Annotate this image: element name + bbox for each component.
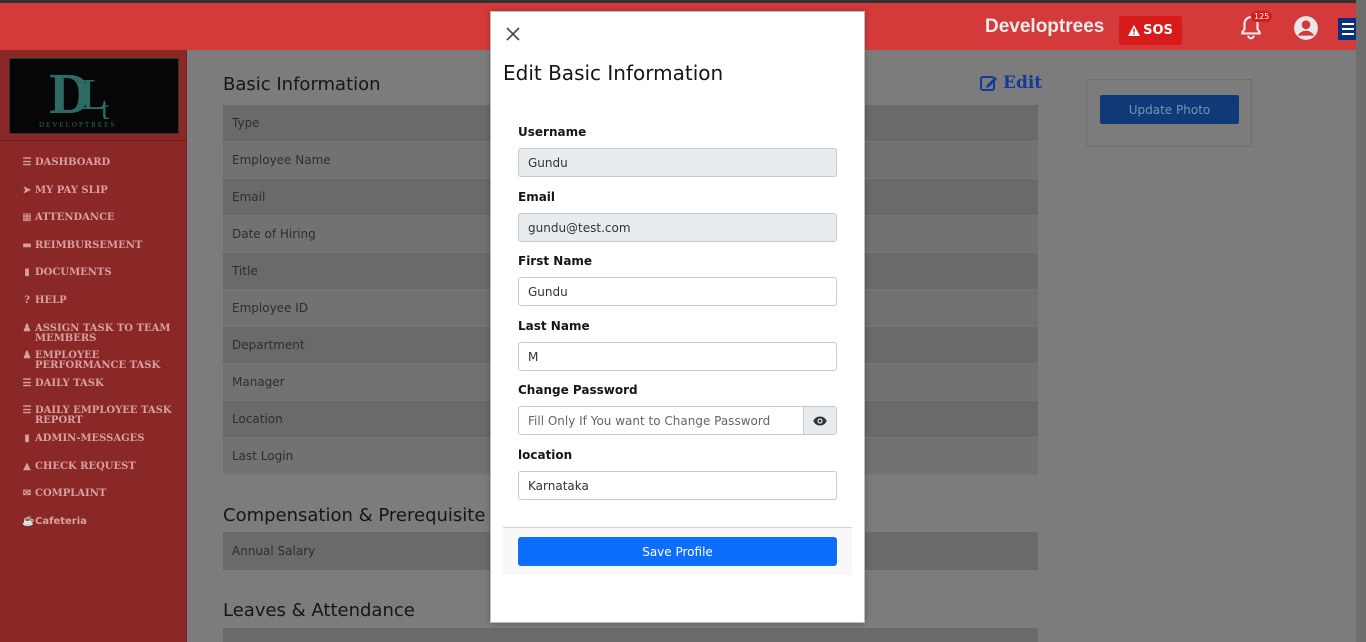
sidebar-item-label: HELP (35, 294, 67, 306)
list-icon: ☰ (22, 405, 32, 417)
edit-basic-info-modal: Edit Basic Information Username Email Fi… (490, 11, 865, 623)
sidebar-item-label: CHECK REQUEST (35, 460, 136, 472)
close-icon[interactable] (505, 26, 521, 42)
sidebar-item-label: EMPLOYEE PERFORMANCE TASK (35, 350, 161, 372)
update-photo-button[interactable]: Update Photo (1100, 95, 1239, 124)
sidebar-nav: ☰ DASHBOARD ➤ MY PAY SLIP ▦ ATTENDANCE ▬ REIMBU… (22, 158, 187, 544)
user-circle-icon[interactable] (1293, 15, 1319, 41)
username-field[interactable] (518, 148, 837, 177)
email-label: Email (518, 190, 556, 204)
sidebar-item-label: ASSIGN TASK TO TEAM MEMBERS (35, 322, 171, 344)
row-label: Email (232, 190, 266, 204)
envelope-icon: ✉ (22, 488, 32, 500)
sos-label: SOS (1143, 23, 1173, 38)
coffee-icon: ☕ (22, 515, 35, 527)
sidebar-item-label: Cafeteria (35, 515, 87, 527)
warning-icon (1128, 25, 1141, 36)
sidebar-item-label: DASHBOARD (35, 157, 111, 168)
row-label: Type (232, 116, 260, 130)
sidebar-item-dashboard[interactable]: ☰ DASHBOARD (22, 158, 187, 186)
password-label: Change Password (518, 383, 638, 397)
show-password-button[interactable] (803, 406, 837, 435)
sidebar-item-label: DOCUMENTS (35, 267, 112, 279)
save-profile-button[interactable]: Save Profile (518, 537, 837, 566)
sidebar-item-daily-task[interactable]: ☰ DAILY TASK (22, 377, 187, 407)
sidebar-item-label: ATTENDANCE (35, 212, 115, 224)
svg-text:DEVELOPTREES: DEVELOPTREES (39, 121, 116, 129)
notification-badge: 125 (1251, 11, 1273, 22)
basic-info-title: Basic Information (223, 74, 381, 95)
location-field[interactable] (518, 471, 837, 500)
sidebar-item-help[interactable]: ? HELP (22, 294, 187, 324)
last-name-field[interactable] (518, 342, 837, 371)
username-label: Username (518, 125, 587, 139)
sidebar-item-complaint[interactable]: ✉ COMPLAINT (22, 489, 187, 517)
paper-plane-icon: ➤ (22, 184, 32, 196)
first-name-label: First Name (518, 254, 593, 268)
row-label: Title (232, 264, 258, 278)
page-scrollbar[interactable] (1356, 0, 1366, 642)
sidebar-item-employee-performance-task[interactable]: ♟ EMPLOYEE PERFORMANCE TASK (22, 351, 187, 379)
eye-icon (813, 416, 827, 425)
last-name-label: Last Name (518, 319, 590, 333)
edit-label: Edit (1003, 73, 1043, 93)
sidebar-item-attendance[interactable]: ▦ ATTENDANCE (22, 213, 187, 241)
user-edit-icon: ♟ (22, 350, 32, 362)
users-icon: ♟ (22, 322, 32, 334)
sidebar-item-label: MY PAY SLIP (35, 184, 108, 196)
first-name-field[interactable] (518, 277, 837, 306)
sidebar-item-documents[interactable]: ▮ DOCUMENTS (22, 268, 187, 296)
row-label: Location (232, 412, 283, 426)
email-field[interactable] (518, 213, 837, 242)
sidebar-item-label: DAILY EMPLOYEE TASK REPORT (35, 405, 172, 427)
file-icon: ▮ (24, 267, 30, 279)
sidebar-item-assign-task-to-team-members[interactable]: ♟ ASSIGN TASK TO TEAM MEMBERS (22, 322, 187, 352)
edit-link[interactable]: Edit (980, 73, 1042, 93)
sidebar-item-reimbursement[interactable]: ▬ REIMBURSEMENT (22, 239, 187, 269)
hamburger-menu-button[interactable] (1338, 18, 1358, 40)
sidebar-item-label: REIMBURSEMENT (35, 239, 143, 251)
bars-icon: ☰ (22, 157, 32, 168)
sidebar-item-label: ADMIN-MESSAGES (35, 432, 145, 444)
leaves-title: Leaves & Attendance (223, 600, 415, 621)
row-label: Department (232, 338, 305, 352)
compensation-title: Compensation & Prerequisite (223, 505, 486, 526)
sidebar-item-check-request[interactable]: ▲ CHECK REQUEST (22, 460, 187, 490)
list-icon: ☰ (22, 377, 32, 389)
password-field[interactable] (518, 406, 804, 435)
photo-card: Update Photo (1086, 79, 1252, 147)
sidebar-item-my-pay-slip[interactable]: ➤ MY PAY SLIP (22, 184, 187, 214)
sidebar-item-daily-employee-task-report[interactable]: ☰ DAILY EMPLOYEE TASK REPORT (22, 406, 187, 434)
company-logo: D L t DEVELOPTREES (9, 58, 179, 134)
bell-icon: ▲ (23, 460, 31, 472)
logo-graphic: D L t DEVELOPTREES (39, 61, 116, 129)
modal-footer: Save Profile (503, 527, 852, 575)
table-row (223, 628, 1038, 642)
credit-card-icon: ▬ (22, 239, 32, 251)
sidebar-item-label: COMPLAINT (35, 488, 107, 500)
sidebar-item-cafeteria[interactable]: ☕ Cafeteria (22, 515, 187, 545)
row-label: Employee ID (232, 301, 309, 315)
brand-name: Developtrees (985, 16, 1105, 37)
sidebar: D L t DEVELOPTREES ☰ DASHBOARD ➤ MY PAY SLI… (0, 50, 187, 642)
question-circle-icon: ? (24, 294, 30, 306)
file-icon: ▮ (24, 432, 30, 444)
location-label: location (518, 448, 573, 462)
row-label: Manager (232, 375, 285, 389)
calendar-icon: ▦ (22, 212, 32, 224)
row-label: Employee Name (232, 153, 331, 167)
row-label: Annual Salary (232, 544, 316, 558)
sidebar-item-label: DAILY TASK (35, 377, 104, 389)
row-label: Last Login (232, 449, 294, 463)
sidebar-divider (0, 140, 187, 141)
edit-icon (980, 76, 997, 91)
sidebar-item-admin-messages[interactable]: ▮ ADMIN-MESSAGES (22, 432, 187, 462)
sos-button[interactable]: SOS (1119, 16, 1182, 45)
row-label: Date of Hiring (232, 227, 316, 241)
modal-title: Edit Basic Information (503, 61, 724, 85)
